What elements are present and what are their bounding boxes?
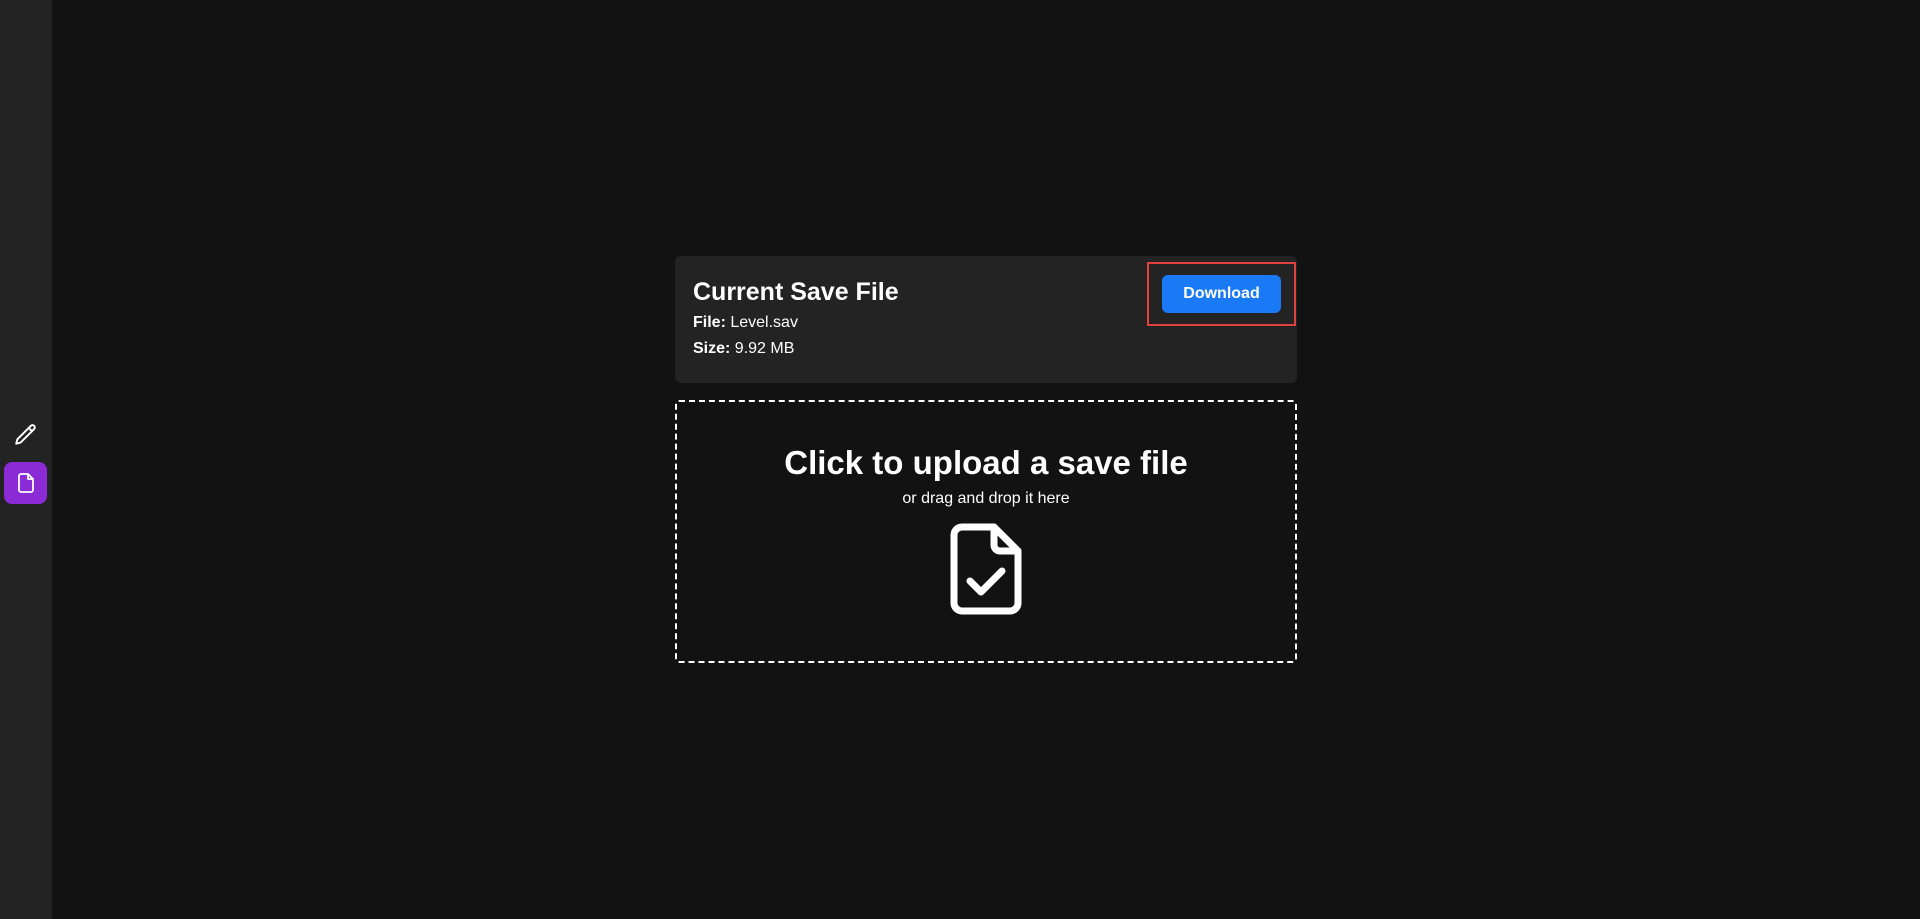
sidebar-item-save-file[interactable] [4, 462, 47, 504]
sidebar [0, 0, 52, 919]
sidebar-item-edit[interactable] [4, 414, 47, 456]
size-value: 9.92 MB [734, 340, 795, 357]
size-info: Size: 9.92 MB [693, 341, 1279, 357]
file-check-icon [946, 521, 1026, 617]
upload-subtitle: or drag and drop it here [902, 490, 1070, 507]
upload-title: Click to upload a save file [784, 444, 1188, 481]
file-icon [14, 471, 38, 495]
size-label: Size: [693, 340, 731, 357]
current-save-card: Current Save File File: Level.sav Size: … [675, 256, 1297, 383]
download-button[interactable]: Download [1162, 275, 1281, 313]
upload-dropzone[interactable]: Click to upload a save file or drag and … [675, 400, 1297, 663]
file-label: File: [693, 314, 726, 331]
download-highlight: Download [1147, 262, 1296, 326]
file-value: Level.sav [730, 314, 798, 331]
pencil-icon [13, 422, 39, 448]
